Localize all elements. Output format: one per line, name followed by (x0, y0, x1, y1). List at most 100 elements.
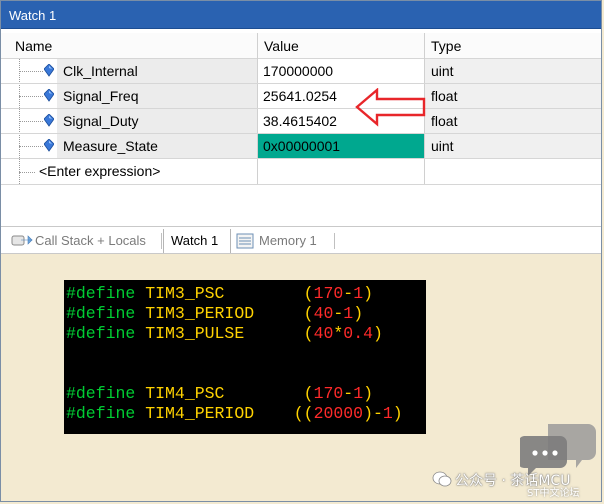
tab-call-stack-locals[interactable]: Call Stack + Locals (9, 229, 159, 253)
watch-row[interactable]: Clk_Internal 170000000 uint (1, 59, 601, 84)
tab-label: Call Stack + Locals (35, 233, 146, 248)
tab-separator (334, 233, 335, 249)
code-token: 170 (313, 284, 344, 303)
enter-expression-cell[interactable]: <Enter expression> (37, 159, 257, 184)
code-token: 20000 (313, 404, 364, 423)
row-divider (1, 133, 601, 134)
watch-value-cell[interactable]: 170000000 (258, 59, 424, 84)
annotation-arrow-icon (355, 88, 426, 127)
watch-type-cell: float (425, 109, 601, 134)
row-divider (1, 158, 601, 159)
column-divider (257, 33, 258, 185)
watch-type-cell: uint (425, 134, 601, 159)
watch-row[interactable]: Signal_Freq 25641.0254 float (1, 84, 601, 109)
code-token: TIM4_PERIOD (145, 404, 255, 423)
watch-grid: Name Value Type Clk_Internal 170000000 u… (1, 29, 601, 226)
watch-value: 0x00000001 (263, 138, 341, 154)
watch-name: Clk_Internal (63, 63, 138, 79)
code-token: 0.4 (343, 324, 374, 343)
row-divider (1, 83, 601, 84)
tab-label: Memory 1 (259, 233, 317, 248)
code-token: ) (392, 404, 403, 423)
code-line: #define TIM4_PERIOD ((20000)-1) (66, 404, 403, 424)
watch-type: uint (431, 63, 454, 79)
code-token: TIM3_PERIOD (145, 304, 255, 323)
code-token: ) (363, 384, 373, 403)
watch-window-title: Watch 1 (9, 8, 57, 23)
code-token: ) (353, 304, 364, 323)
enter-expression-type-cell (425, 159, 601, 184)
tab-memory-1[interactable]: Memory 1 (234, 229, 334, 253)
code-snippet: #define TIM3_PSC (170-1) #define TIM3_PER… (64, 280, 426, 434)
watch-name-cell[interactable]: Signal_Duty (57, 109, 257, 134)
code-token: 170 (313, 384, 344, 403)
tab-watch-1[interactable]: Watch 1 (163, 229, 231, 253)
variable-icon (44, 114, 54, 127)
code-line: #define TIM3_PULSE (40*0.4) (66, 324, 383, 344)
watch-name-cell[interactable]: Clk_Internal (57, 59, 257, 84)
watermark-subtext: ST中文论坛 (527, 488, 580, 499)
watch-name-cell[interactable]: Measure_State (57, 134, 257, 159)
column-header-type[interactable]: Type (425, 33, 601, 59)
watch-type-cell: float (425, 84, 601, 109)
code-token: 1 (382, 404, 393, 423)
code-token: ( (303, 324, 314, 343)
code-token: * (333, 324, 344, 343)
call-stack-icon (11, 235, 33, 246)
code-token: ( (303, 384, 314, 403)
code-line: #define TIM3_PERIOD (40-1) (66, 304, 363, 324)
watch-name: Measure_State (63, 138, 158, 154)
code-token: - (372, 404, 383, 423)
memory-icon (236, 233, 254, 249)
code-token: #define (66, 324, 146, 343)
variable-icon (44, 89, 54, 102)
code-token: 1 (343, 304, 354, 323)
enter-expression-placeholder: <Enter expression> (39, 163, 161, 179)
code-token: ) (373, 324, 383, 343)
watch-value-cell[interactable]: 0x00000001 (258, 134, 424, 159)
code-token: - (343, 384, 354, 403)
tab-separator (161, 233, 162, 249)
code-token: #define (66, 384, 146, 403)
code-token: - (333, 304, 344, 323)
row-divider (1, 184, 601, 185)
enter-expression-row[interactable]: <Enter expression> (1, 159, 601, 184)
variable-icon (44, 139, 54, 152)
enter-expression-value-cell[interactable] (258, 159, 424, 184)
code-token: - (343, 284, 354, 303)
watch-value: 25641.0254 (263, 88, 337, 104)
watch-name-cell[interactable]: Signal_Freq (57, 84, 257, 109)
code-token: ( (303, 284, 314, 303)
watch-row[interactable]: Measure_State 0x00000001 uint (1, 134, 601, 159)
column-header-name-label: Name (15, 38, 53, 54)
code-token: TIM3_PULSE (145, 324, 245, 343)
watch-type: float (431, 88, 458, 104)
code-token: ) (363, 404, 373, 423)
code-token: TIM4_PSC (145, 384, 225, 403)
watch-type: float (431, 113, 458, 129)
row-divider (1, 108, 601, 109)
column-header-value[interactable]: Value (258, 33, 424, 59)
watch-row[interactable]: Signal_Duty 38.4615402 float (1, 109, 601, 134)
code-token: 1 (353, 384, 364, 403)
watch-value: 170000000 (263, 63, 334, 79)
bottom-tab-bar: Call Stack + Locals Watch 1 Memory 1 (1, 226, 601, 254)
tab-label: Watch 1 (171, 233, 219, 248)
code-token: TIM3_PSC (145, 284, 225, 303)
code-token: ) (363, 284, 373, 303)
code-token: 40 (313, 304, 334, 323)
code-token: (( (293, 404, 314, 423)
code-line: #define TIM3_PSC (170-1) (66, 284, 373, 304)
variable-icon (44, 64, 54, 77)
code-token: #define (66, 284, 146, 303)
column-header-name[interactable]: Name (1, 33, 257, 59)
code-token: #define (66, 404, 146, 423)
watch-window-title-bar[interactable]: Watch 1 (1, 1, 601, 29)
watch-name: Signal_Freq (63, 88, 139, 104)
code-token: 40 (313, 324, 334, 343)
